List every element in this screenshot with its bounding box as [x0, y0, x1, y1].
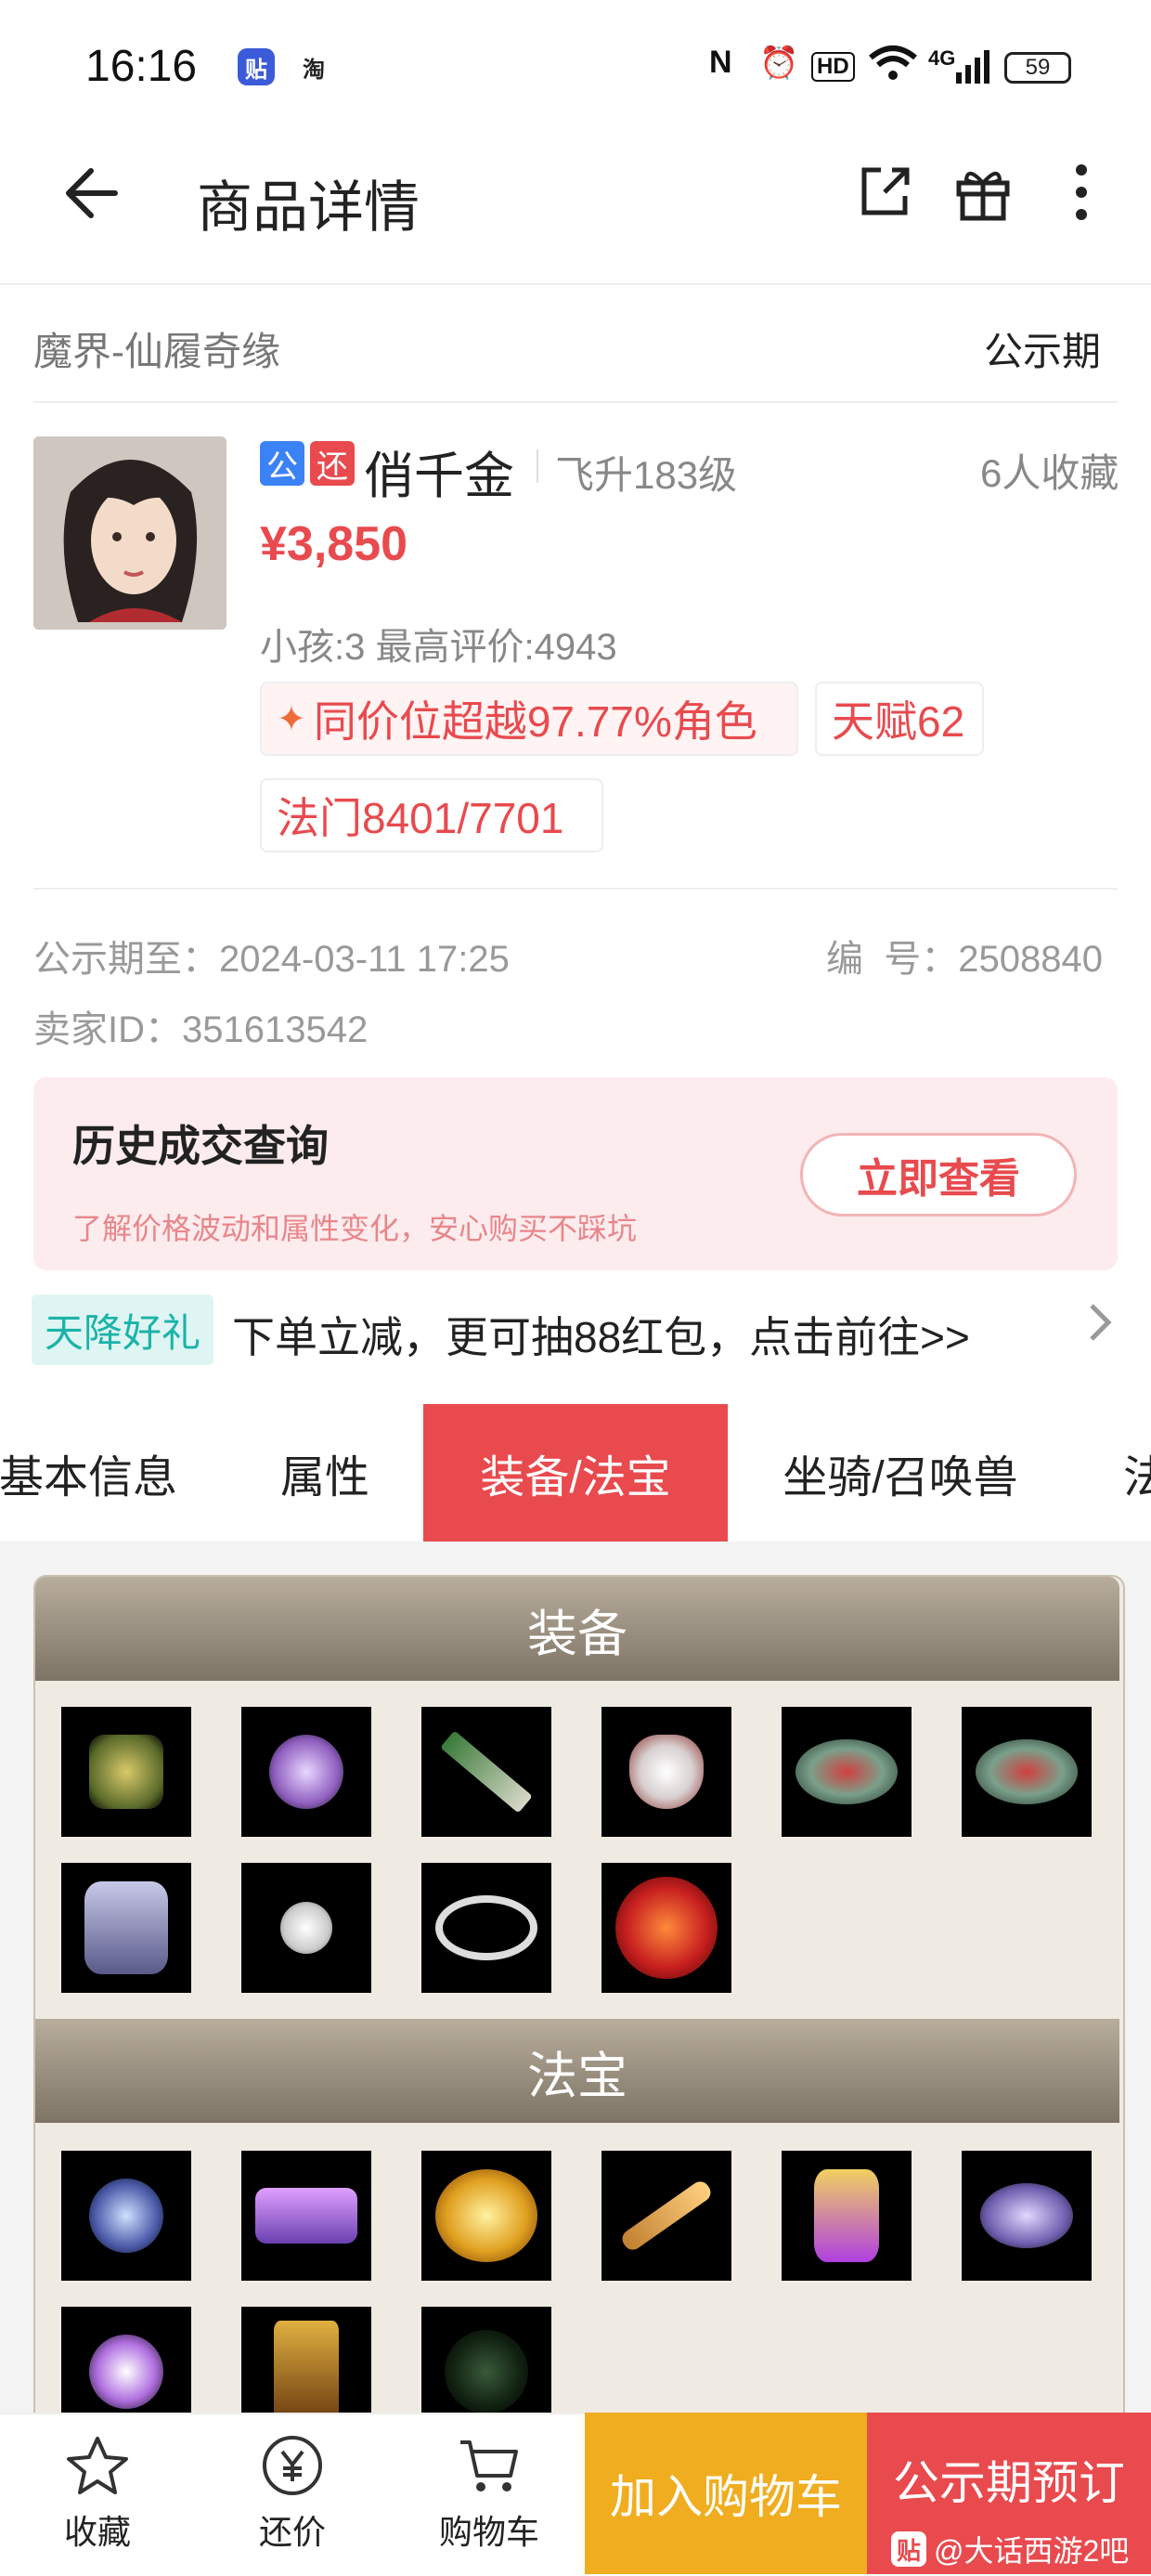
method-chip: 法门8401/7701 [260, 778, 603, 852]
hd-icon: HD [811, 52, 855, 82]
price: ¥3,850 [260, 517, 408, 571]
gift-icon[interactable] [951, 160, 1015, 225]
game-server: 魔界-仙履奇缘 [33, 330, 280, 373]
nfc-icon: N [709, 45, 732, 80]
treasure-golden-orb-icon[interactable] [421, 2151, 551, 2281]
divider [33, 401, 1118, 403]
equip-mask-icon[interactable] [601, 1707, 731, 1837]
talent-chip: 天赋62 [815, 682, 984, 756]
back-arrow-icon[interactable] [59, 163, 119, 228]
equip-red-orb-icon[interactable] [601, 1863, 731, 1993]
battery-indicator: 59 [1004, 52, 1071, 84]
divider [33, 888, 1118, 890]
history-subtitle: 了解价格波动和属性变化，安心购买不踩坑 [72, 1212, 638, 1245]
seller-id: 卖家ID：351613542 [33, 1009, 369, 1050]
bargain-tag: 还 [310, 441, 355, 486]
tab-attributes[interactable]: 属性 [251, 1404, 399, 1542]
equip-skull-pendant-icon[interactable] [241, 1863, 371, 1993]
share-icon[interactable] [852, 160, 917, 225]
cart-icon [457, 2433, 522, 2498]
rank-chip-label: 同价位超越97.77%角色 [313, 697, 757, 746]
character-level: 飞升183级 [555, 453, 738, 497]
character-summary: 小孩:3 最高评价:4943 [260, 627, 617, 668]
character-name: 俏千金 [364, 449, 514, 504]
alarm-icon: ⏰ [759, 46, 799, 81]
bargain-label: 还价 [258, 2513, 326, 2551]
status-time: 16:16 [85, 42, 198, 91]
promo-tag: 天降好礼 [32, 1295, 213, 1365]
rank-chip: ✦ 同价位超越97.77%角色 [260, 682, 798, 756]
sparkle-icon: ✦ [277, 699, 306, 739]
add-to-cart-button[interactable]: 加入购物车 [585, 2413, 867, 2574]
watermark: 贴 @大话西游2吧 [891, 2528, 1129, 2570]
character-avatar [33, 436, 226, 630]
wifi-icon [867, 45, 919, 90]
page-title: 商品详情 [197, 176, 420, 239]
cart-label: 购物车 [438, 2513, 539, 2551]
treasure-fan-icon[interactable] [962, 2151, 1092, 2281]
promo-text[interactable]: 下单立减，更可抽88红包，点击前往>> [232, 1304, 970, 1365]
yen-icon [260, 2433, 325, 2498]
treasure-flute-icon[interactable] [601, 2151, 731, 2281]
equip-boots-icon[interactable] [61, 1707, 191, 1837]
equip-armor-icon[interactable] [61, 1863, 191, 1993]
more-icon[interactable] [1049, 160, 1114, 225]
listing-number: 编 号：2508840 [826, 939, 1103, 980]
favorite-count: 6人收藏 [980, 451, 1119, 495]
public-tag: 公 [260, 441, 304, 486]
equip-necklace-icon[interactable] [241, 1707, 371, 1837]
treasure-title: 法宝 [35, 2019, 1119, 2123]
chevron-right-icon[interactable] [1086, 1300, 1114, 1354]
equip-skull-bracelet-icon[interactable] [421, 1863, 551, 1993]
equip-skull-ring-icon[interactable] [962, 1707, 1092, 1837]
equip-weapon-icon[interactable] [421, 1707, 551, 1837]
watermark-text: @大话西游2吧 [934, 2534, 1130, 2568]
treasure-lantern-icon[interactable] [782, 2151, 912, 2281]
favorite-button[interactable]: 收藏 [37, 2413, 158, 2574]
tieba-app-icon: 贴 [238, 48, 275, 85]
equip-skull-ring-icon[interactable] [782, 1707, 912, 1837]
treasure-claw-icon[interactable] [61, 2151, 191, 2281]
tab-mounts-pets[interactable]: 坐骑/召唤兽 [770, 1404, 1030, 1542]
bargain-button[interactable]: 还价 [232, 2413, 353, 2574]
star-icon [65, 2433, 130, 2498]
public-until: 公示期至：2024-03-11 17:25 [33, 939, 510, 980]
listing-period: 公示期 [984, 330, 1102, 373]
separator [537, 449, 538, 483]
equipment-title: 装备 [35, 1577, 1119, 1681]
favorite-label: 收藏 [63, 2513, 131, 2551]
tab-basic-info[interactable]: 基本信息 [0, 1404, 186, 1542]
network-type: 4G [928, 46, 956, 70]
cart-button[interactable]: 购物车 [429, 2413, 550, 2574]
taobao-app-icon: 淘 [295, 48, 332, 85]
tab-equipment[interactable]: 装备/法宝 [423, 1404, 728, 1542]
history-title: 历史成交查询 [72, 1122, 329, 1170]
tab-more[interactable]: 法 [1123, 1404, 1151, 1542]
signal-icon [956, 50, 991, 88]
treasure-scroll-icon[interactable] [241, 2151, 371, 2281]
tieba-logo-icon: 贴 [891, 2531, 926, 2567]
view-history-button[interactable]: 立即查看 [800, 1133, 1077, 1216]
